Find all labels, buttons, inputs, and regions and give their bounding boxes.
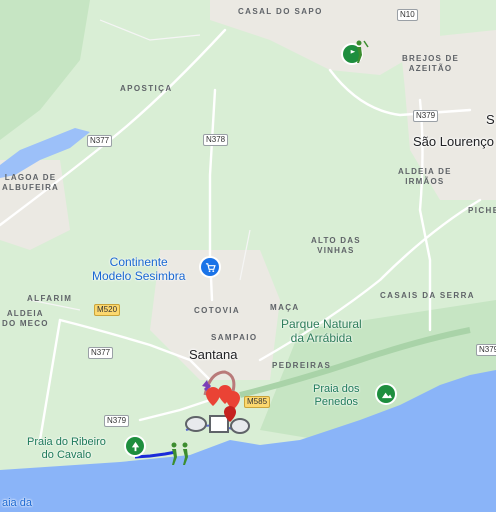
hiking-icon-glyph — [356, 40, 369, 63]
road-shield: N379 — [476, 344, 496, 356]
viewpoint-icon[interactable] — [377, 385, 395, 403]
road-shield: N377 — [88, 347, 114, 359]
tree-icon[interactable] — [126, 437, 144, 455]
marker-cluster[interactable] — [184, 378, 254, 448]
road-shield: N378 — [203, 134, 229, 146]
road-shield: N379 — [413, 110, 439, 122]
road-shield: M520 — [94, 304, 121, 316]
shopping-cart-icon[interactable] — [201, 258, 219, 276]
viewpoint-icon-glyph — [381, 392, 392, 398]
marker-cluster-glyph — [185, 380, 250, 434]
tree-icon-glyph — [131, 441, 139, 451]
road-shield: N377 — [87, 135, 113, 147]
shopping-cart-icon-glyph — [205, 262, 216, 272]
road-shield: N379 — [104, 415, 130, 427]
road-shield: N10 — [397, 9, 418, 21]
hiking-icon[interactable] — [350, 38, 372, 71]
